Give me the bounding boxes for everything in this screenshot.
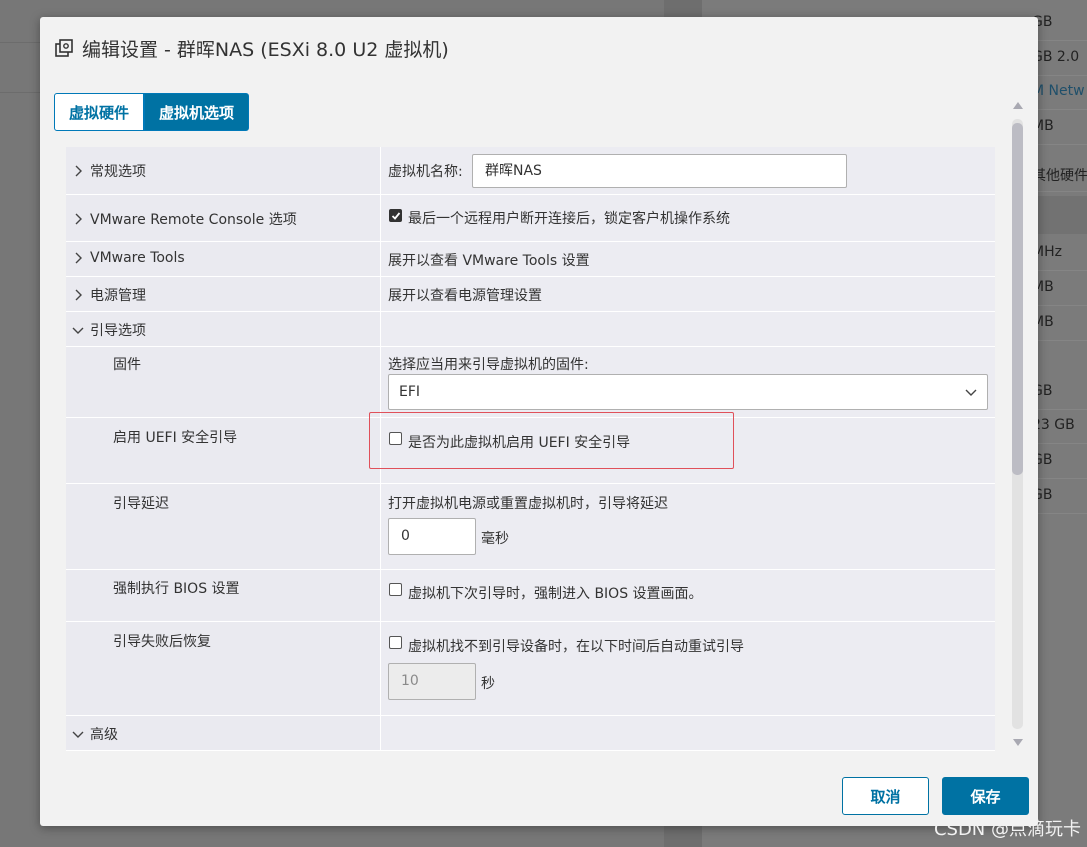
force-bios-checkbox[interactable] (389, 583, 402, 596)
section-power-header[interactable]: 电源管理 (72, 285, 146, 305)
failed-recovery-unit: 秒 (481, 676, 495, 692)
boot-delay-label: 引导延迟 (113, 496, 169, 512)
firmware-prompt: 选择应当用来引导虚拟机的固件: (388, 357, 589, 373)
boot-delay-prompt: 打开虚拟机电源或重置虚拟机时，引导将延迟 (388, 496, 668, 512)
vm-options-panel: 常规选项 虚拟机名称: 群晖NAS VMware Remote Console … (66, 147, 995, 751)
vm-edit-icon (55, 39, 73, 57)
section-advanced-label: 高级 (90, 727, 118, 743)
uefi-secure-checkbox-label: 是否为此虚拟机启用 UEFI 安全引导 (408, 435, 631, 451)
tab-bar: 虚拟硬件 虚拟机选项 (54, 93, 250, 131)
section-advanced[interactable]: 高级 (66, 716, 995, 751)
chevron-right-icon (75, 252, 82, 264)
scroll-up-arrow-icon[interactable] (1012, 99, 1024, 111)
save-button[interactable]: 保存 (942, 777, 1029, 815)
failed-recovery-checkbox-label: 虚拟机找不到引导设备时，在以下时间后自动重试引导 (408, 639, 744, 655)
section-vmtools[interactable]: VMware Tools 展开以查看 VMware Tools 设置 (66, 242, 995, 277)
chevron-down-icon (965, 389, 977, 396)
dialog-title-text: 编辑设置 - 群晖NAS (ESXi 8.0 U2 虚拟机) (82, 38, 449, 61)
section-boot-header[interactable]: 引导选项 (72, 320, 146, 340)
section-boot-label: 引导选项 (90, 323, 146, 339)
chevron-down-icon (72, 731, 84, 738)
boot-delay-row: 引导延迟 打开虚拟机电源或重置虚拟机时，引导将延迟 0 毫秒 (66, 484, 995, 570)
edit-settings-dialog: 编辑设置 - 群晖NAS (ESXi 8.0 U2 虚拟机) 虚拟硬件 虚拟机选… (40, 17, 1038, 826)
force-bios-label: 强制执行 BIOS 设置 (113, 581, 240, 597)
section-power-label: 电源管理 (90, 288, 146, 304)
boot-uefi-secure-row: 启用 UEFI 安全引导 是否为此虚拟机启用 UEFI 安全引导 (66, 418, 995, 484)
dialog-title: 编辑设置 - 群晖NAS (ESXi 8.0 U2 虚拟机) (54, 33, 449, 63)
power-info: 展开以查看电源管理设置 (388, 288, 542, 304)
section-general-label: 常规选项 (90, 164, 146, 180)
vm-name-label: 虚拟机名称: (388, 164, 463, 180)
section-advanced-header[interactable]: 高级 (72, 724, 118, 744)
failed-recovery-checkbox[interactable] (389, 636, 402, 649)
vmrc-lock-label: 最后一个远程用户断开连接后，锁定客户机操作系统 (408, 211, 730, 227)
section-vmrc-label: VMware Remote Console 选项 (90, 212, 297, 228)
cancel-button[interactable]: 取消 (842, 777, 929, 815)
chevron-right-icon (75, 289, 82, 301)
firmware-select[interactable]: EFI (388, 374, 988, 410)
section-general[interactable]: 常规选项 虚拟机名称: 群晖NAS (66, 147, 995, 195)
failed-recovery-label: 引导失败后恢复 (113, 634, 211, 650)
chevron-right-icon (75, 213, 82, 225)
boot-delay-unit: 毫秒 (481, 531, 509, 547)
section-boot[interactable]: 引导选项 (66, 312, 995, 347)
section-vmrc[interactable]: VMware Remote Console 选项 最后一个远程用户断开连接后，锁… (66, 195, 995, 242)
force-bios-checkbox-label: 虚拟机下次引导时，强制进入 BIOS 设置画面。 (408, 586, 703, 602)
section-vmtools-header[interactable]: VMware Tools (72, 250, 185, 266)
vm-name-input[interactable]: 群晖NAS (472, 154, 847, 188)
failed-recovery-input[interactable]: 10 (388, 663, 476, 700)
options-scrollbar[interactable] (1009, 97, 1027, 751)
failed-boot-recovery-row: 引导失败后恢复 虚拟机找不到引导设备时，在以下时间后自动重试引导 10 秒 (66, 622, 995, 716)
checkmark-icon (391, 212, 401, 220)
section-vmtools-label: VMware Tools (90, 250, 185, 266)
section-power[interactable]: 电源管理 展开以查看电源管理设置 (66, 277, 995, 312)
boot-delay-input[interactable]: 0 (388, 518, 476, 555)
chevron-down-icon (72, 327, 84, 334)
uefi-secure-label: 启用 UEFI 安全引导 (113, 430, 238, 446)
vmtools-info: 展开以查看 VMware Tools 设置 (388, 253, 590, 269)
scrollbar-thumb[interactable] (1012, 123, 1023, 475)
section-general-header[interactable]: 常规选项 (72, 161, 146, 181)
tab-vm-options[interactable]: 虚拟机选项 (144, 93, 250, 131)
boot-firmware-row: 固件 选择应当用来引导虚拟机的固件: EFI (66, 347, 995, 418)
tab-virtual-hardware[interactable]: 虚拟硬件 (54, 93, 145, 131)
watermark: CSDN @点滴玩卡 (933, 819, 1081, 840)
firmware-selected-value: EFI (399, 384, 421, 400)
scroll-down-arrow-icon[interactable] (1012, 737, 1024, 749)
chevron-right-icon (75, 165, 82, 177)
uefi-secure-checkbox[interactable] (389, 432, 402, 445)
firmware-label: 固件 (113, 357, 141, 373)
section-vmrc-header[interactable]: VMware Remote Console 选项 (72, 209, 297, 229)
vmrc-lock-checkbox[interactable] (389, 209, 402, 222)
force-bios-row: 强制执行 BIOS 设置 虚拟机下次引导时，强制进入 BIOS 设置画面。 (66, 570, 995, 622)
